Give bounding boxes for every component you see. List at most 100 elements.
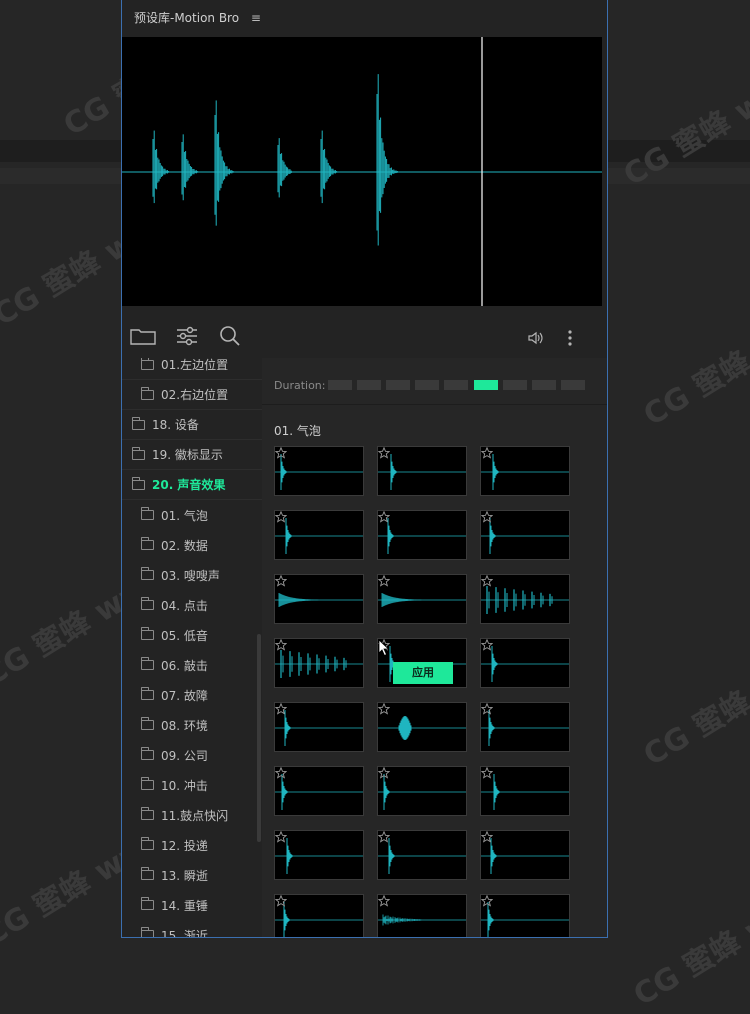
favorite-star-icon[interactable] bbox=[275, 831, 287, 843]
thumbnail-waveform bbox=[481, 838, 569, 874]
duration-segment[interactable] bbox=[444, 380, 469, 390]
preset-thumbnail[interactable] bbox=[274, 510, 364, 560]
more-vertical-icon[interactable] bbox=[567, 330, 573, 350]
preset-thumbnail[interactable] bbox=[377, 510, 467, 560]
waveform-preview[interactable] bbox=[122, 37, 602, 306]
tree-item[interactable]: 07. 故障 bbox=[122, 680, 262, 710]
tree-item[interactable]: 03. 嗖嗖声 bbox=[122, 560, 262, 590]
tree-item[interactable]: 06. 敲击 bbox=[122, 650, 262, 680]
preset-thumbnail[interactable] bbox=[480, 510, 570, 560]
preset-thumbnail[interactable] bbox=[274, 446, 364, 496]
favorite-star-icon[interactable] bbox=[275, 895, 287, 907]
duration-segment[interactable] bbox=[531, 380, 556, 390]
preset-thumbnail[interactable] bbox=[377, 446, 467, 496]
favorite-star-icon[interactable] bbox=[275, 511, 287, 523]
tree-item[interactable]: 01.左边位置 bbox=[122, 358, 262, 380]
favorite-star-icon[interactable] bbox=[378, 575, 390, 587]
thumbnail-waveform bbox=[481, 710, 569, 746]
favorite-star-icon[interactable] bbox=[481, 511, 493, 523]
thumbnail-waveform bbox=[275, 593, 363, 607]
tree-item[interactable]: 05. 低音 bbox=[122, 620, 262, 650]
panel-menu-button[interactable]: ≡ bbox=[251, 11, 261, 25]
tree-item[interactable]: 10. 冲击 bbox=[122, 770, 262, 800]
tree-item[interactable]: 12. 投递 bbox=[122, 830, 262, 860]
favorite-star-icon[interactable] bbox=[378, 831, 390, 843]
favorite-star-icon[interactable] bbox=[378, 895, 390, 907]
watermark: CG 蜜蜂 www.cgbee.cn bbox=[627, 796, 750, 1014]
tree-item[interactable]: 02. 数据 bbox=[122, 530, 262, 560]
sliders-icon[interactable] bbox=[176, 326, 198, 350]
duration-segment[interactable] bbox=[328, 380, 352, 390]
favorite-star-icon[interactable] bbox=[481, 639, 493, 651]
preset-thumbnail[interactable] bbox=[274, 702, 364, 752]
favorite-star-icon[interactable] bbox=[275, 639, 287, 651]
preset-thumbnail[interactable] bbox=[274, 766, 364, 816]
folder-icon bbox=[141, 597, 154, 610]
preset-thumbnail[interactable] bbox=[274, 894, 364, 937]
tree-item[interactable]: 11.鼓点快闪 bbox=[122, 800, 262, 830]
thumbnail-waveform bbox=[378, 914, 466, 926]
tree-item[interactable]: 13. 瞬逝 bbox=[122, 860, 262, 890]
folder-icon[interactable] bbox=[130, 327, 156, 349]
thumbnail-waveform bbox=[481, 902, 569, 937]
favorite-star-icon[interactable] bbox=[481, 831, 493, 843]
preset-thumbnail[interactable] bbox=[274, 830, 364, 880]
watermark: CG 蜜蜂 www.cgbee.cn bbox=[617, 0, 750, 194]
tree-item[interactable]: 20. 声音效果 bbox=[122, 470, 262, 500]
preset-thumbnail[interactable] bbox=[377, 894, 467, 937]
preset-thumbnail[interactable] bbox=[377, 574, 467, 624]
tree-item[interactable]: 02.右边位置 bbox=[122, 380, 262, 410]
category-tree[interactable]: 01.左边位置 02.右边位置 18. 设备 19. 徽标显示 20. 声音效果 01. … bbox=[122, 358, 262, 937]
folder-icon bbox=[141, 657, 154, 670]
preset-thumbnail[interactable] bbox=[377, 702, 467, 752]
tree-item-label: 18. 设备 bbox=[152, 418, 199, 432]
duration-segment[interactable] bbox=[473, 380, 498, 390]
tree-item[interactable]: 01. 气泡 bbox=[122, 500, 262, 530]
apply-button[interactable]: 应用 bbox=[393, 662, 453, 684]
tree-item[interactable]: 15. 渐近 bbox=[122, 920, 262, 937]
favorite-star-icon[interactable] bbox=[481, 447, 493, 459]
tree-item[interactable]: 14. 重锤 bbox=[122, 890, 262, 920]
preset-thumbnail[interactable] bbox=[480, 702, 570, 752]
favorite-star-icon[interactable] bbox=[378, 703, 390, 715]
browser-area: 01.左边位置 02.右边位置 18. 设备 19. 徽标显示 20. 声音效果 01. … bbox=[122, 358, 607, 937]
tree-item[interactable]: 09. 公司 bbox=[122, 740, 262, 770]
preset-thumbnail[interactable] bbox=[480, 638, 570, 688]
tree-item[interactable]: 18. 设备 bbox=[122, 410, 262, 440]
favorite-star-icon[interactable] bbox=[378, 511, 390, 523]
preset-thumbnail[interactable] bbox=[480, 894, 570, 937]
favorite-star-icon[interactable] bbox=[378, 447, 390, 459]
preset-thumbnail[interactable] bbox=[274, 574, 364, 624]
duration-segment[interactable] bbox=[415, 380, 440, 390]
preset-thumbnail[interactable] bbox=[480, 446, 570, 496]
tree-item[interactable]: 19. 徽标显示 bbox=[122, 440, 262, 470]
tree-item[interactable]: 08. 环境 bbox=[122, 710, 262, 740]
duration-segment[interactable] bbox=[386, 380, 411, 390]
tree-item[interactable]: 04. 点击 bbox=[122, 590, 262, 620]
favorite-star-icon[interactable] bbox=[275, 767, 287, 779]
favorite-star-icon[interactable] bbox=[275, 575, 287, 587]
favorite-star-icon[interactable] bbox=[481, 767, 493, 779]
duration-segment[interactable] bbox=[502, 380, 527, 390]
favorite-star-icon[interactable] bbox=[275, 447, 287, 459]
preset-thumbnail[interactable] bbox=[480, 766, 570, 816]
preset-thumbnail[interactable] bbox=[274, 638, 364, 688]
favorite-star-icon[interactable] bbox=[481, 895, 493, 907]
preset-thumbnail[interactable]: 应用 bbox=[377, 638, 467, 688]
tree-scrollbar[interactable] bbox=[257, 634, 261, 842]
preset-thumbnail[interactable] bbox=[480, 574, 570, 624]
favorite-star-icon[interactable] bbox=[481, 703, 493, 715]
duration-segment[interactable] bbox=[357, 380, 382, 390]
tree-item-label: 07. 故障 bbox=[161, 688, 208, 703]
tree-item-label: 19. 徽标显示 bbox=[152, 448, 223, 462]
favorite-star-icon[interactable] bbox=[275, 703, 287, 715]
speaker-icon[interactable] bbox=[528, 330, 544, 349]
preset-thumbnail[interactable] bbox=[377, 830, 467, 880]
search-icon[interactable] bbox=[219, 325, 241, 351]
duration-segment[interactable] bbox=[560, 380, 585, 390]
preset-thumbnail[interactable] bbox=[377, 766, 467, 816]
waveform-preview-graphic bbox=[122, 37, 602, 306]
favorite-star-icon[interactable] bbox=[481, 575, 493, 587]
favorite-star-icon[interactable] bbox=[378, 767, 390, 779]
preset-thumbnail[interactable] bbox=[480, 830, 570, 880]
